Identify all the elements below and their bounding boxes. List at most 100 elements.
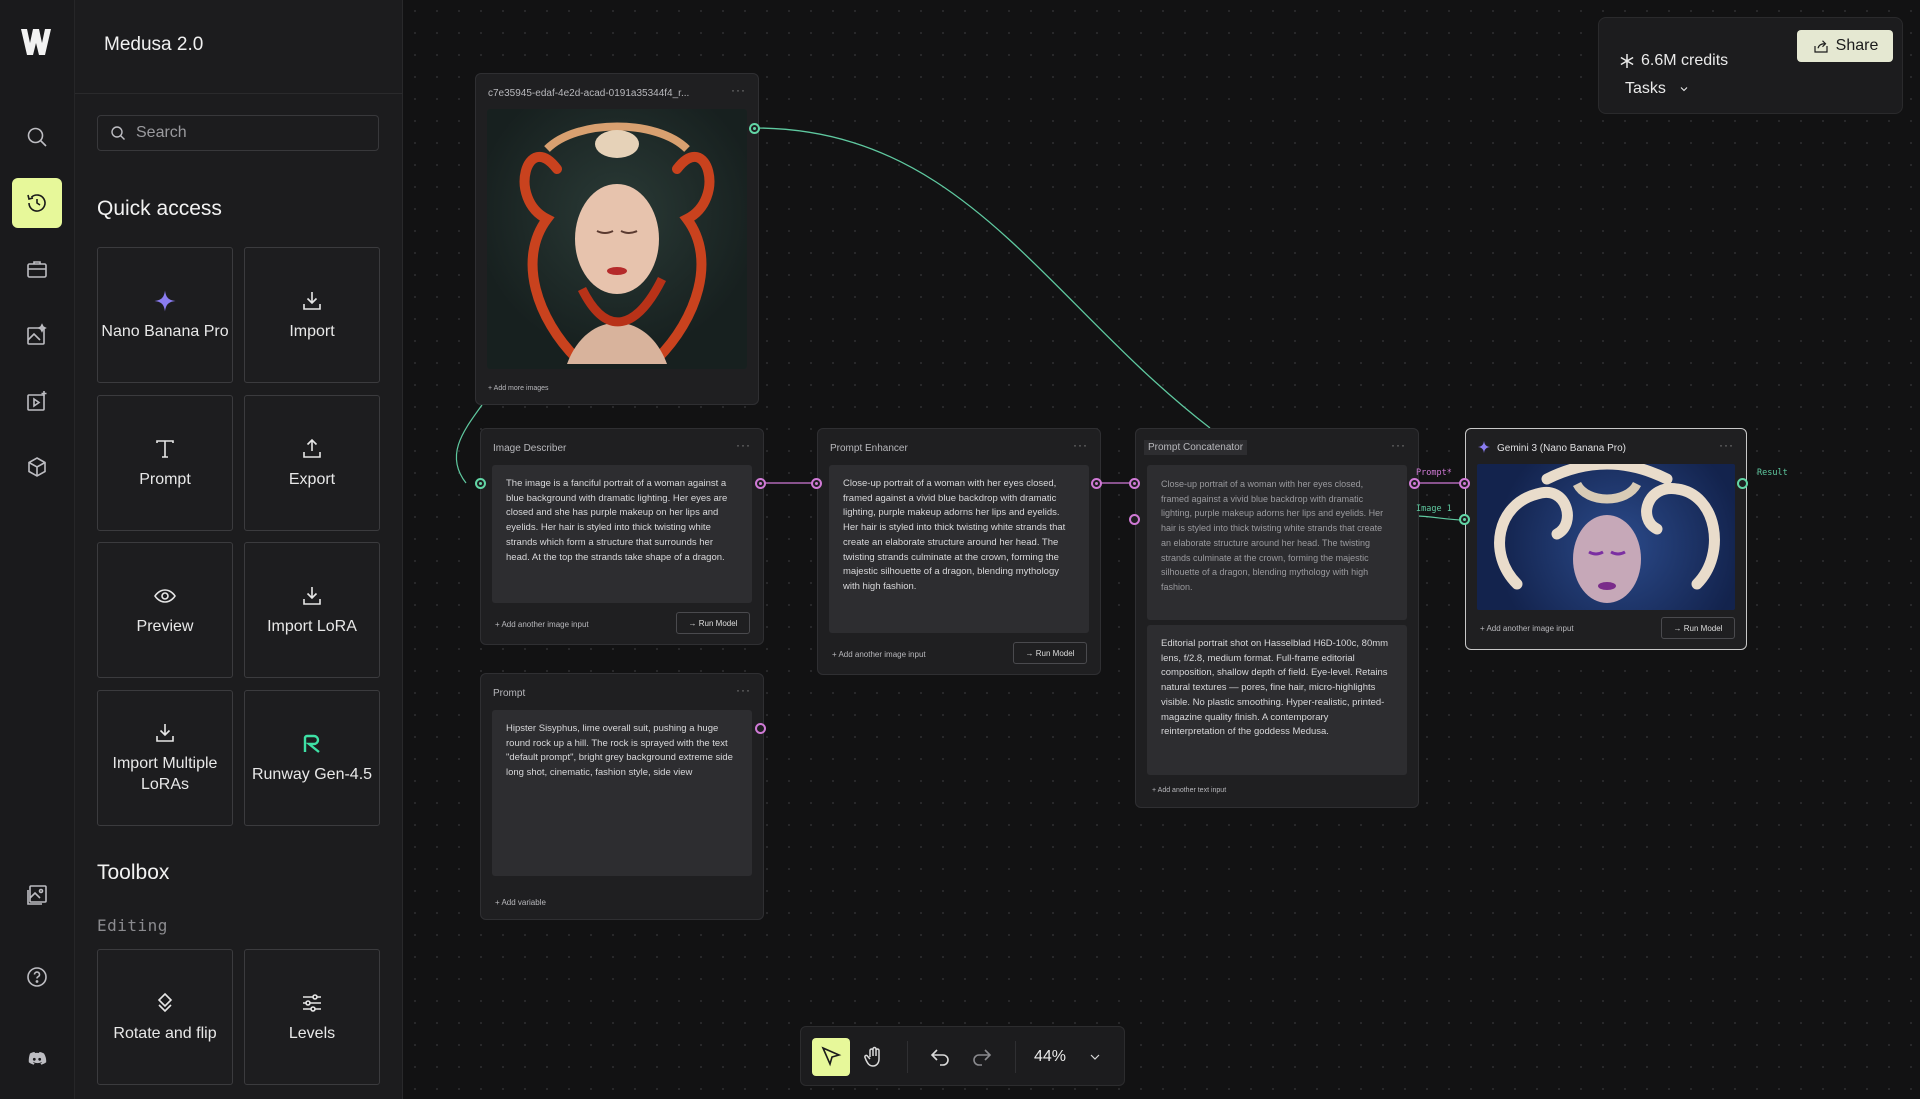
undo-button[interactable] xyxy=(921,1038,959,1076)
node-menu-icon[interactable]: ··· xyxy=(1391,438,1406,452)
add-more-images-link[interactable]: + Add more images xyxy=(488,385,549,392)
node-prompt-concatenator[interactable]: Prompt Concatenator ··· Close-up portrai… xyxy=(1135,428,1419,808)
tasks-label: Tasks xyxy=(1625,80,1666,97)
zoom-level[interactable]: 44% xyxy=(1034,1048,1066,1066)
node-canvas[interactable]: c7e35945-edaf-4e2d-acad-0191a35344f4_r..… xyxy=(404,0,1920,1099)
cube-add-icon[interactable] xyxy=(12,442,62,492)
tool-rotate-and-flip[interactable]: Rotate and flip xyxy=(97,949,233,1085)
image-edit-icon[interactable] xyxy=(12,310,62,360)
eye-icon xyxy=(154,588,176,603)
pan-tool-button[interactable] xyxy=(855,1038,893,1076)
enhancer-input-port[interactable] xyxy=(811,478,822,489)
node-prompt-enhancer[interactable]: Prompt Enhancer ··· Close-up portrait of… xyxy=(817,428,1101,675)
result-image xyxy=(1477,464,1735,610)
concatenator-input-port-2[interactable] xyxy=(1129,514,1140,525)
tile-label: Runway Gen-4.5 xyxy=(251,765,373,783)
tile-label: Prompt xyxy=(139,470,191,488)
add-image-input-link[interactable]: + Add another image input xyxy=(495,620,589,629)
search-box[interactable] xyxy=(97,115,379,151)
redo-icon xyxy=(973,1049,992,1066)
tile-label: Rotate and flip xyxy=(113,1024,217,1042)
video-add-icon[interactable] xyxy=(12,376,62,426)
tile-label: Export xyxy=(288,470,336,488)
history-icon[interactable] xyxy=(12,178,62,228)
add-text-input-link[interactable]: + Add another text input xyxy=(1152,787,1226,794)
node-gemini[interactable]: Gemini 3 (Nano Banana Pro) ··· + Add ano… xyxy=(1465,428,1747,650)
run-model-button[interactable]: → Run Model xyxy=(1013,642,1087,664)
logo-icon[interactable] xyxy=(18,24,54,60)
port-label-result: Result xyxy=(1757,468,1788,478)
enhancer-output-port[interactable] xyxy=(1091,478,1102,489)
help-icon[interactable] xyxy=(12,952,62,1002)
concatenator-input-text-2[interactable]: Editorial portrait shot on Hasselblad H6… xyxy=(1147,625,1407,775)
search-icon[interactable] xyxy=(12,112,62,162)
tasks-dropdown[interactable]: Tasks xyxy=(1625,80,1690,98)
share-icon xyxy=(1814,40,1828,53)
concatenator-input-port-1[interactable] xyxy=(1129,478,1140,489)
node-image-input[interactable]: c7e35945-edaf-4e2d-acad-0191a35344f4_r..… xyxy=(475,73,759,405)
credits-display[interactable]: 6.6M credits xyxy=(1619,52,1728,70)
zoom-dropdown-button[interactable] xyxy=(1080,1038,1110,1076)
hand-icon xyxy=(864,1046,880,1067)
arrow-right-icon: → xyxy=(1673,623,1684,633)
gemini-prompt-port[interactable] xyxy=(1459,478,1470,489)
toolbox-section-editing: Editing xyxy=(97,916,168,935)
gallery-icon[interactable] xyxy=(12,870,62,920)
gemini-result-port[interactable] xyxy=(1737,478,1748,489)
discord-icon[interactable] xyxy=(12,1034,62,1084)
quick-prompt[interactable]: Prompt xyxy=(97,395,233,531)
add-image-input-link[interactable]: + Add another image input xyxy=(832,650,926,659)
sliders-icon xyxy=(303,993,321,1012)
quick-preview[interactable]: Preview xyxy=(97,542,233,678)
quick-import-lora[interactable]: Import LoRA xyxy=(244,542,380,678)
gemini-image-port[interactable] xyxy=(1459,514,1470,525)
tile-label: Import LoRA xyxy=(267,617,357,635)
undo-icon xyxy=(930,1049,949,1066)
node-menu-icon[interactable]: ··· xyxy=(736,683,751,697)
quick-import-multiple-loras[interactable]: Import Multiple LoRAs xyxy=(97,690,233,826)
rotate-icon xyxy=(157,992,173,1012)
search-input[interactable] xyxy=(136,124,366,142)
select-tool-button[interactable] xyxy=(812,1038,850,1076)
concatenator-output-port[interactable] xyxy=(1409,478,1420,489)
node-title: Image Describer xyxy=(493,443,567,454)
node-title: Prompt Enhancer xyxy=(830,443,908,454)
chevron-down-icon xyxy=(1680,87,1688,92)
tool-levels[interactable]: Levels xyxy=(244,949,380,1085)
redo-button[interactable] xyxy=(963,1038,1001,1076)
image-output-port[interactable] xyxy=(749,123,760,134)
quick-nano-banana-pro[interactable]: Nano Banana Pro xyxy=(97,247,233,383)
cursor-icon xyxy=(821,1046,842,1067)
add-variable-link[interactable]: + Add variable xyxy=(495,898,546,907)
describer-output-port[interactable] xyxy=(755,478,766,489)
chevron-down-icon xyxy=(1090,1054,1100,1060)
share-button[interactable]: Share xyxy=(1797,30,1893,62)
toolbox-heading: Toolbox xyxy=(97,861,170,884)
divider xyxy=(1015,1041,1016,1073)
source-image xyxy=(487,109,747,369)
tile-label: Levels xyxy=(288,1024,336,1042)
node-menu-icon[interactable]: ··· xyxy=(736,438,751,452)
quick-runway-gen[interactable]: Runway Gen-4.5 xyxy=(244,690,380,826)
node-title: Gemini 3 (Nano Banana Pro) xyxy=(1497,443,1626,454)
node-menu-icon[interactable]: ··· xyxy=(1719,438,1734,452)
run-model-button[interactable]: → Run Model xyxy=(1661,617,1735,639)
node-prompt[interactable]: Prompt ··· Hipster Sisyphus, lime overal… xyxy=(480,673,764,920)
download-icon xyxy=(303,586,321,605)
project-title[interactable]: Medusa 2.0 xyxy=(104,34,203,56)
describer-input-port[interactable] xyxy=(475,478,486,489)
briefcase-icon[interactable] xyxy=(12,244,62,294)
node-image-describer[interactable]: Image Describer ··· The image is a fanci… xyxy=(480,428,764,645)
node-title: Prompt Concatenator xyxy=(1144,440,1248,455)
enhancer-output-text: Close-up portrait of a woman with her ey… xyxy=(829,465,1089,633)
node-menu-icon[interactable]: ··· xyxy=(731,83,746,97)
quick-export[interactable]: Export xyxy=(244,395,380,531)
run-model-button[interactable]: → Run Model xyxy=(676,612,750,634)
prompt-output-port[interactable] xyxy=(755,723,766,734)
add-image-input-link[interactable]: + Add another image input xyxy=(1480,624,1574,633)
describer-output-text: The image is a fanciful portrait of a wo… xyxy=(492,465,752,603)
prompt-text-area[interactable]: Hipster Sisyphus, lime overall suit, pus… xyxy=(492,710,752,876)
port-label-image-1: Image 1 xyxy=(1416,504,1452,514)
node-menu-icon[interactable]: ··· xyxy=(1073,438,1088,452)
quick-import[interactable]: Import xyxy=(244,247,380,383)
